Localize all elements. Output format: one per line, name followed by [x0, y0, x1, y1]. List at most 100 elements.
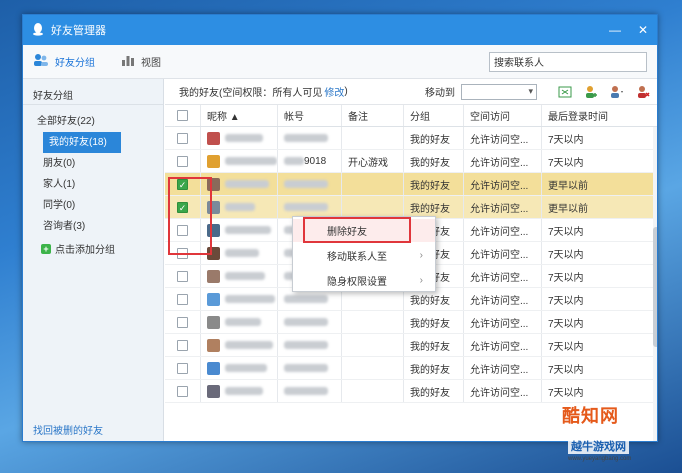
- row-checkbox-cell[interactable]: [165, 357, 201, 379]
- row-checkbox-cell[interactable]: [165, 265, 201, 287]
- row-checkbox-cell[interactable]: [165, 150, 201, 172]
- nickname-blurred: [225, 272, 265, 280]
- access-text: 允许访问空...: [470, 364, 529, 376]
- view-label: 视图: [141, 58, 161, 69]
- nickname-cell: [201, 265, 278, 287]
- close-button[interactable]: ✕: [629, 15, 657, 45]
- move-to-label: 移动到: [425, 88, 455, 99]
- minimize-button[interactable]: —: [601, 15, 629, 45]
- plus-icon: +: [41, 243, 51, 254]
- last-login-cell: 7天以内: [542, 242, 645, 264]
- access-text: 允许访问空...: [470, 157, 529, 169]
- submenu-arrow-icon: ›: [419, 250, 423, 261]
- note-cell: [342, 334, 404, 356]
- find-deleted-friends-link[interactable]: 找回被删的好友: [33, 422, 103, 437]
- column-account[interactable]: 帐号: [278, 105, 342, 126]
- invisible-permission-menu-item[interactable]: 隐身权限设置 ›: [293, 269, 435, 292]
- group-text: 我的好友: [410, 295, 450, 307]
- last-login-text: 7天以内: [548, 157, 584, 169]
- table-row[interactable]: 我的好友 允许访问空... 7天以内: [165, 334, 657, 357]
- group-my-friends[interactable]: 我的好友(18): [43, 132, 121, 153]
- group-cell: 我的好友: [404, 357, 464, 379]
- group-family[interactable]: 家人(1): [23, 174, 163, 195]
- access-text: 允许访问空...: [470, 134, 529, 146]
- select-all-checkbox[interactable]: [177, 110, 188, 121]
- export-icon[interactable]: [557, 85, 573, 99]
- scrollbar-thumb[interactable]: [653, 227, 657, 347]
- access-cell: 允许访问空...: [464, 380, 542, 402]
- table-row[interactable]: ✓ 我的好友 允许访问空... 更早以前: [165, 173, 657, 196]
- last-login-cell: 7天以内: [542, 219, 645, 241]
- last-login-cell: 更早以前: [542, 196, 645, 218]
- table-row[interactable]: 我的好友 允许访问空... 7天以内: [165, 357, 657, 380]
- table-row[interactable]: 我的好友 允许访问空... 7天以内: [165, 380, 657, 403]
- column-space-access[interactable]: 空间访问: [464, 105, 542, 126]
- group-classmates[interactable]: 同学(0): [23, 195, 163, 216]
- move-to-select[interactable]: [461, 83, 537, 100]
- group-friends[interactable]: 朋友(0): [23, 153, 163, 174]
- row-checkbox[interactable]: [177, 293, 188, 305]
- nickname-blurred: [225, 134, 263, 142]
- table-row[interactable]: 我的好友 允许访问空... 7天以内: [165, 311, 657, 334]
- delete-friend-icon[interactable]: [635, 85, 651, 99]
- group-text: 我的好友: [410, 157, 450, 169]
- row-checkbox-cell[interactable]: [165, 334, 201, 356]
- account-cell: [278, 334, 342, 356]
- annotation-box-checkboxes: [168, 177, 212, 255]
- row-checkbox[interactable]: [177, 362, 188, 374]
- nickname-blurred: [225, 180, 269, 188]
- modify-permission-link[interactable]: 修改: [324, 84, 344, 99]
- last-login-text: 更早以前: [548, 203, 588, 215]
- last-login-text: 7天以内: [548, 364, 584, 376]
- note-cell: [342, 173, 404, 195]
- table-row[interactable]: 我的好友 允许访问空... 7天以内: [165, 127, 657, 150]
- nickname-blurred: [225, 341, 273, 349]
- nickname-cell: [201, 334, 278, 356]
- row-checkbox-cell[interactable]: [165, 127, 201, 149]
- access-cell: 允许访问空...: [464, 219, 542, 241]
- row-checkbox[interactable]: [177, 270, 188, 282]
- friend-groups-button[interactable]: 好友分组: [33, 53, 95, 70]
- row-checkbox[interactable]: [177, 385, 188, 397]
- table-row[interactable]: 9018 开心游戏 我的好友 允许访问空... 7天以内: [165, 150, 657, 173]
- account-blurred: [284, 157, 304, 165]
- add-friend-icon[interactable]: [583, 85, 599, 99]
- group-all-friends[interactable]: 全部好友(22): [23, 111, 163, 132]
- last-login-cell: 7天以内: [542, 150, 645, 172]
- row-checkbox[interactable]: [177, 155, 188, 167]
- last-login-text: 7天以内: [548, 295, 584, 307]
- sidebar-header: 好友分组: [23, 79, 163, 105]
- access-cell: 允许访问空...: [464, 196, 542, 218]
- group-cell: 我的好友: [404, 127, 464, 149]
- access-text: 允许访问空...: [470, 272, 529, 284]
- group-cell: 我的好友: [404, 150, 464, 172]
- friend-groups-label: 好友分组: [55, 58, 95, 69]
- row-checkbox[interactable]: [177, 339, 188, 351]
- nickname-cell: [201, 173, 278, 195]
- column-nickname[interactable]: 昵称 ▲: [201, 105, 278, 126]
- nickname-blurred: [225, 318, 261, 326]
- move-contact-menu-item[interactable]: 移动联系人至 ›: [293, 244, 435, 267]
- search-input[interactable]: [489, 51, 647, 72]
- row-checkbox[interactable]: [177, 132, 188, 144]
- nickname-blurred: [225, 295, 275, 303]
- nickname-blurred: [225, 157, 277, 165]
- view-button[interactable]: 视图: [121, 54, 161, 69]
- group-text: 我的好友: [410, 318, 450, 330]
- select-all-cell[interactable]: [165, 105, 201, 126]
- group-consultants[interactable]: 咨询者(3): [23, 216, 163, 237]
- column-note[interactable]: 备注: [342, 105, 404, 126]
- nickname-cell: [201, 127, 278, 149]
- column-last-login[interactable]: 最后登录时间: [542, 105, 645, 126]
- window-title: 好友管理器: [51, 25, 106, 37]
- avatar: [207, 384, 220, 398]
- row-checkbox-cell[interactable]: [165, 380, 201, 402]
- add-group-button[interactable]: + 点击添加分组: [23, 237, 163, 260]
- row-checkbox-cell[interactable]: [165, 288, 201, 310]
- column-group[interactable]: 分组: [404, 105, 464, 126]
- row-checkbox-cell[interactable]: [165, 311, 201, 333]
- user-settings-icon[interactable]: [609, 85, 625, 99]
- vertical-scrollbar[interactable]: [653, 127, 657, 441]
- row-checkbox[interactable]: [177, 316, 188, 328]
- sidebar: 好友分组 全部好友(22) 我的好友(18) 朋友(0) 家人(1) 同学(0)…: [23, 79, 164, 441]
